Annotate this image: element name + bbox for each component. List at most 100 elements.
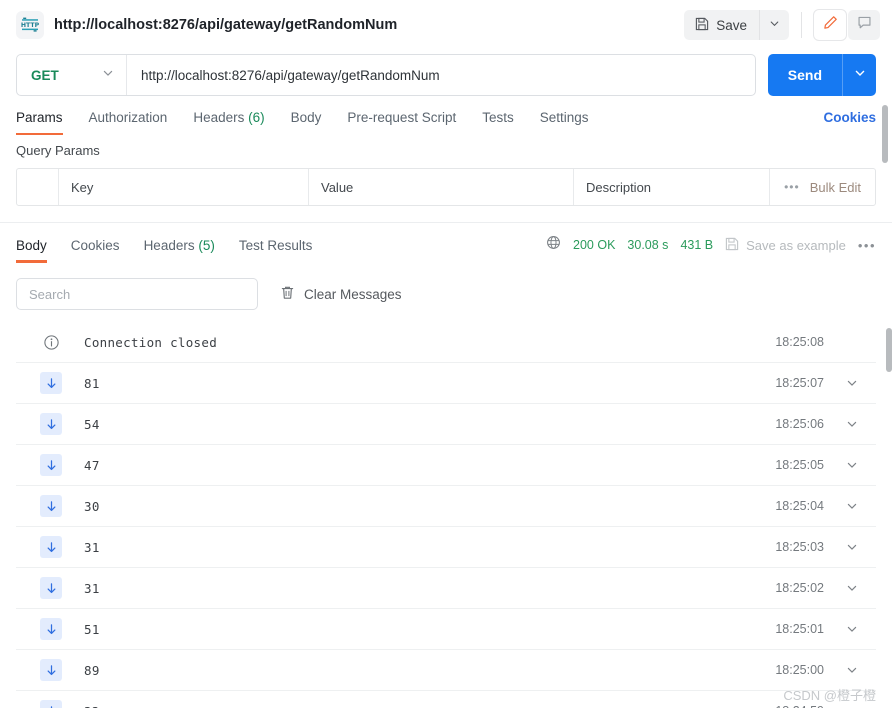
message-text: 47: [84, 457, 100, 473]
comment-button[interactable]: [848, 10, 880, 40]
list-item[interactable]: 51 18:25:01: [16, 609, 876, 650]
response-tab-test-results-label: Test Results: [238, 237, 313, 253]
search-input[interactable]: Search: [16, 278, 258, 310]
method-selector[interactable]: GET: [17, 55, 127, 95]
chevron-down-icon[interactable]: [836, 418, 858, 430]
message-list-scrollbar[interactable]: [886, 328, 892, 372]
arrow-down-icon: [40, 413, 62, 435]
floppy-disk-icon: [695, 17, 709, 34]
message-text: 81: [84, 375, 100, 391]
response-tab-headers-count: (5): [198, 237, 215, 253]
save-as-example-button[interactable]: Save as example: [725, 237, 846, 254]
edit-button[interactable]: [814, 10, 846, 40]
message-time: 18:25:02: [775, 581, 824, 595]
info-icon: [40, 331, 62, 353]
toolbar-icon-group: [814, 10, 880, 40]
trash-icon: [280, 285, 295, 303]
arrow-down-icon: [40, 659, 62, 681]
chevron-down-icon[interactable]: [836, 582, 858, 594]
chevron-down-icon[interactable]: [836, 541, 858, 553]
message-time: 18:25:07: [775, 376, 824, 390]
chevron-down-icon: [102, 66, 114, 84]
tab-settings[interactable]: Settings: [540, 110, 589, 135]
save-button[interactable]: Save: [684, 10, 759, 40]
clear-messages-label: Clear Messages: [304, 286, 402, 302]
response-status-bar: 200 OK 30.08 s 431 B Save as example •••: [546, 235, 876, 265]
save-as-example-label: Save as example: [746, 237, 846, 253]
chevron-down-icon: [854, 66, 866, 84]
tab-headers[interactable]: Headers (6): [193, 110, 264, 135]
status-size: 431 B: [680, 238, 714, 252]
response-tab-cookies[interactable]: Cookies: [71, 238, 120, 263]
list-item[interactable]: 31 18:25:02: [16, 568, 876, 609]
page-title: http://localhost:8276/api/gateway/getRan…: [54, 17, 398, 33]
save-button-label: Save: [716, 17, 747, 33]
list-item[interactable]: 32 18:24:59: [16, 691, 876, 708]
bulk-edit-button[interactable]: ••• Bulk Edit: [770, 169, 875, 205]
chevron-down-icon: [769, 16, 780, 34]
message-text: 89: [84, 662, 100, 678]
request-bar: GET http://localhost:8276/api/gateway/ge…: [0, 54, 892, 96]
chevron-down-icon[interactable]: [836, 623, 858, 635]
tab-body[interactable]: Body: [291, 110, 322, 135]
query-params-title: Query Params: [16, 143, 100, 158]
title-bar: HTTP http://localhost:8276/api/gateway/g…: [0, 0, 892, 50]
chevron-down-icon[interactable]: [836, 500, 858, 512]
arrow-down-icon: [40, 495, 62, 517]
message-time: 18:25:03: [775, 540, 824, 554]
tab-settings-label: Settings: [539, 110, 589, 125]
status-code: 200 OK: [573, 238, 616, 252]
list-item[interactable]: 31 18:25:03: [16, 527, 876, 568]
chevron-down-icon[interactable]: [836, 664, 858, 676]
arrow-down-icon: [40, 372, 62, 394]
comment-icon: [857, 15, 872, 35]
message-text: 30: [84, 498, 100, 514]
message-time: 18:25:04: [775, 499, 824, 513]
tab-pre-request-script[interactable]: Pre-request Script: [347, 110, 456, 135]
chevron-down-icon[interactable]: [836, 377, 858, 389]
send-button[interactable]: Send: [768, 54, 842, 96]
response-tab-test-results[interactable]: Test Results: [239, 238, 313, 263]
list-item[interactable]: 89 18:25:00: [16, 650, 876, 691]
tab-params[interactable]: Params: [16, 110, 63, 135]
column-header-value: Value: [309, 169, 574, 205]
message-text: 51: [84, 621, 100, 637]
list-item[interactable]: 81 18:25:07: [16, 363, 876, 404]
response-more-button[interactable]: •••: [858, 238, 876, 253]
more-options-icon: •••: [784, 180, 800, 194]
response-tab-cookies-label: Cookies: [70, 237, 120, 253]
cookies-link[interactable]: Cookies: [823, 110, 876, 135]
floppy-disk-icon: [725, 237, 739, 254]
arrow-down-icon: [40, 618, 62, 640]
tab-headers-count: (6): [248, 110, 265, 125]
send-group: Send: [767, 54, 876, 96]
url-input[interactable]: http://localhost:8276/api/gateway/getRan…: [127, 55, 755, 95]
save-options-button[interactable]: [759, 10, 789, 40]
list-item[interactable]: 47 18:25:05: [16, 445, 876, 486]
response-tab-headers[interactable]: Headers (5): [144, 238, 215, 263]
clear-messages-button[interactable]: Clear Messages: [280, 285, 402, 303]
tab-authorization[interactable]: Authorization: [89, 110, 168, 135]
message-list: Connection closed 18:25:08 81 18:25:07 5…: [0, 322, 892, 708]
status-time: 30.08 s: [627, 238, 669, 252]
tab-authorization-label: Authorization: [88, 110, 168, 125]
chevron-down-icon[interactable]: [836, 459, 858, 471]
tab-headers-label: Headers: [193, 110, 245, 125]
bulk-edit-label: Bulk Edit: [809, 179, 861, 195]
request-pane-scrollbar[interactable]: [882, 105, 888, 163]
send-options-button[interactable]: [842, 54, 876, 96]
query-params-table: Key Value Description ••• Bulk Edit: [16, 168, 876, 206]
column-header-key: Key: [59, 169, 309, 205]
tab-pre-request-script-label: Pre-request Script: [347, 110, 457, 125]
response-tabs: Body Cookies Headers (5) Test Results 20…: [0, 235, 892, 265]
message-text: Connection closed: [84, 334, 218, 350]
list-item[interactable]: 54 18:25:06: [16, 404, 876, 445]
tab-tests[interactable]: Tests: [482, 110, 514, 135]
message-time: 18:25:08: [775, 335, 824, 349]
arrow-down-icon: [40, 454, 62, 476]
list-item[interactable]: 30 18:25:04: [16, 486, 876, 527]
message-time: 18:25:05: [775, 458, 824, 472]
response-tab-body[interactable]: Body: [16, 238, 47, 263]
list-item[interactable]: Connection closed 18:25:08: [16, 322, 876, 363]
message-text: 31: [84, 539, 100, 555]
